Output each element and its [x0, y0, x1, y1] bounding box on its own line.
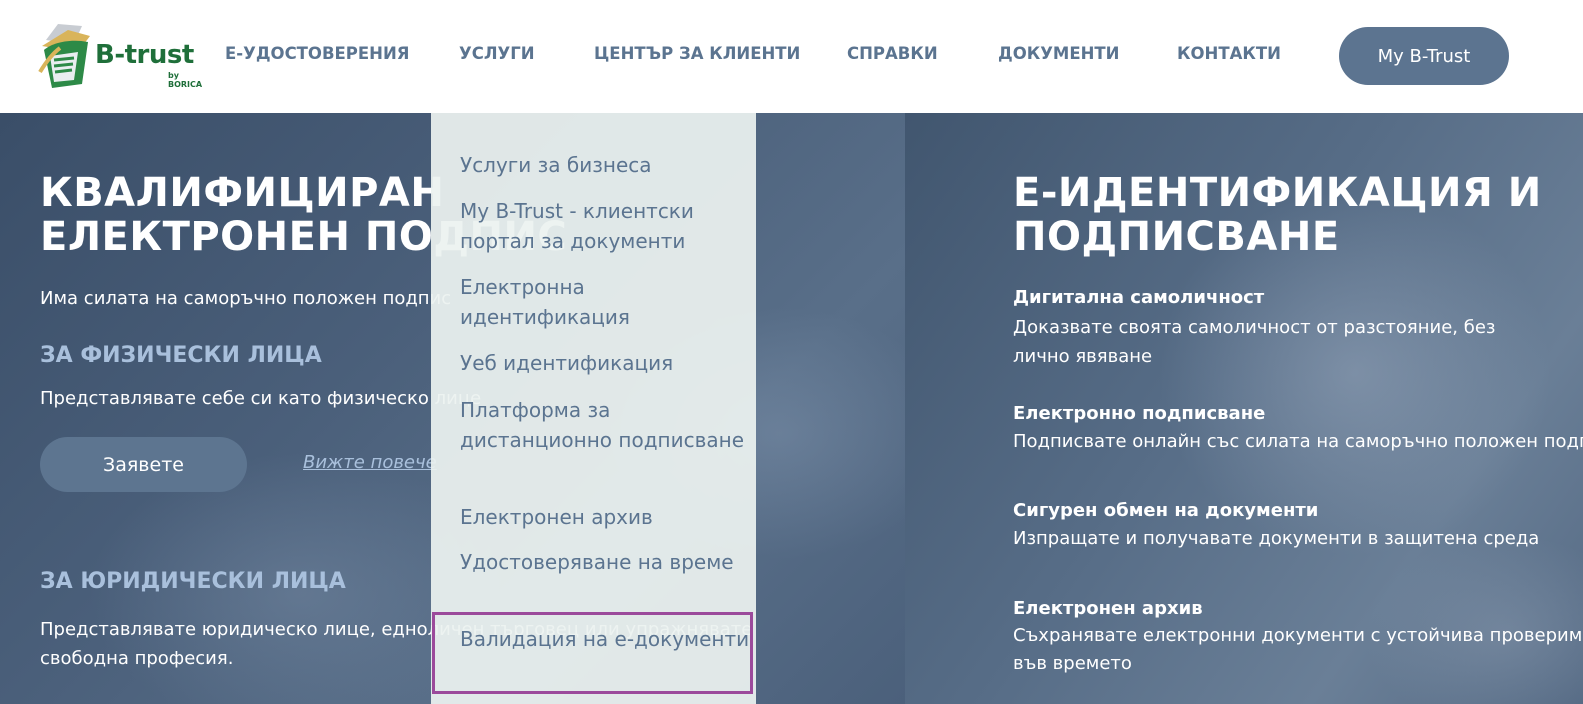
feature-e-archive-text-2: във времето	[1013, 653, 1132, 674]
logo-subtext: by BORICA	[168, 71, 203, 89]
feature-digital-identity-text-2: лично явяване	[1013, 346, 1153, 367]
feature-e-archive-text-1: Съхранявате електронни документи с устой…	[1013, 625, 1583, 646]
nav-services[interactable]: УСЛУГИ	[459, 44, 535, 63]
btrust-logo[interactable]: B-trust by BORICA	[38, 22, 203, 92]
apply-button[interactable]: Заявете	[40, 437, 247, 492]
feature-e-archive-title: Електронен архив	[1013, 598, 1203, 619]
see-more-link[interactable]: Вижте повече	[303, 452, 437, 473]
nav-documents[interactable]: ДОКУМЕНТИ	[998, 44, 1120, 63]
legal-heading: ЗА ЮРИДИЧЕСКИ ЛИЦА	[40, 569, 346, 594]
logo-text: B-trust	[95, 40, 194, 70]
nav-contacts[interactable]: КОНТАКТИ	[1177, 44, 1281, 63]
individuals-text: Представлявате себе си като физическо ли…	[40, 388, 482, 409]
menu-item-remote-signing-platform[interactable]: Платформа за дистанционно подписване	[460, 395, 750, 455]
legal-text-line2: свободна професия.	[40, 648, 234, 669]
menu-item-web-identification[interactable]: Уеб идентификация	[460, 348, 750, 378]
menu-item-my-btrust-portal[interactable]: My B-Trust - клиентски портал за докумен…	[460, 196, 750, 256]
feature-secure-exchange-title: Сигурен обмен на документи	[1013, 500, 1319, 521]
feature-secure-exchange-text: Изпращате и получавате документи в защит…	[1013, 528, 1540, 549]
feature-digital-identity-text-1: Доказвате своята самоличност от разстоян…	[1013, 317, 1496, 338]
nav-customer-center[interactable]: ЦЕНТЪР ЗА КЛИЕНТИ	[594, 44, 800, 63]
menu-item-business-services[interactable]: Услуги за бизнеса	[460, 150, 750, 180]
qes-subtitle: Има силата на саморъчно положен подпис	[40, 288, 452, 309]
individuals-heading: ЗА ФИЗИЧЕСКИ ЛИЦА	[40, 343, 322, 368]
eid-title: Е-ИДЕНТИФИКАЦИЯ И ПОДПИСВАНЕ	[1013, 170, 1542, 260]
nav-inquiries[interactable]: СПРАВКИ	[847, 44, 938, 63]
feature-e-signing-title: Електронно подписване	[1013, 403, 1266, 424]
my-btrust-button[interactable]: My B-Trust	[1339, 27, 1509, 85]
feature-e-signing-text: Подписвате онлайн със силата на саморъчн…	[1013, 431, 1583, 452]
menu-item-electronic-identification[interactable]: Електронна идентификация	[460, 272, 750, 332]
menu-item-electronic-archive[interactable]: Електронен архив	[460, 502, 750, 532]
feature-digital-identity-title: Дигитална самоличност	[1013, 287, 1265, 308]
site-header: B-trust by BORICA Е-УДОСТОВЕРЕНИЯ УСЛУГИ…	[0, 0, 1583, 113]
logo-card-icon	[38, 24, 90, 88]
menu-item-timestamping[interactable]: Удостоверяване на време	[460, 547, 750, 577]
nav-e-certificates[interactable]: Е-УДОСТОВЕРЕНИЯ	[225, 44, 410, 63]
highlighted-menu-item-outline	[432, 612, 753, 694]
